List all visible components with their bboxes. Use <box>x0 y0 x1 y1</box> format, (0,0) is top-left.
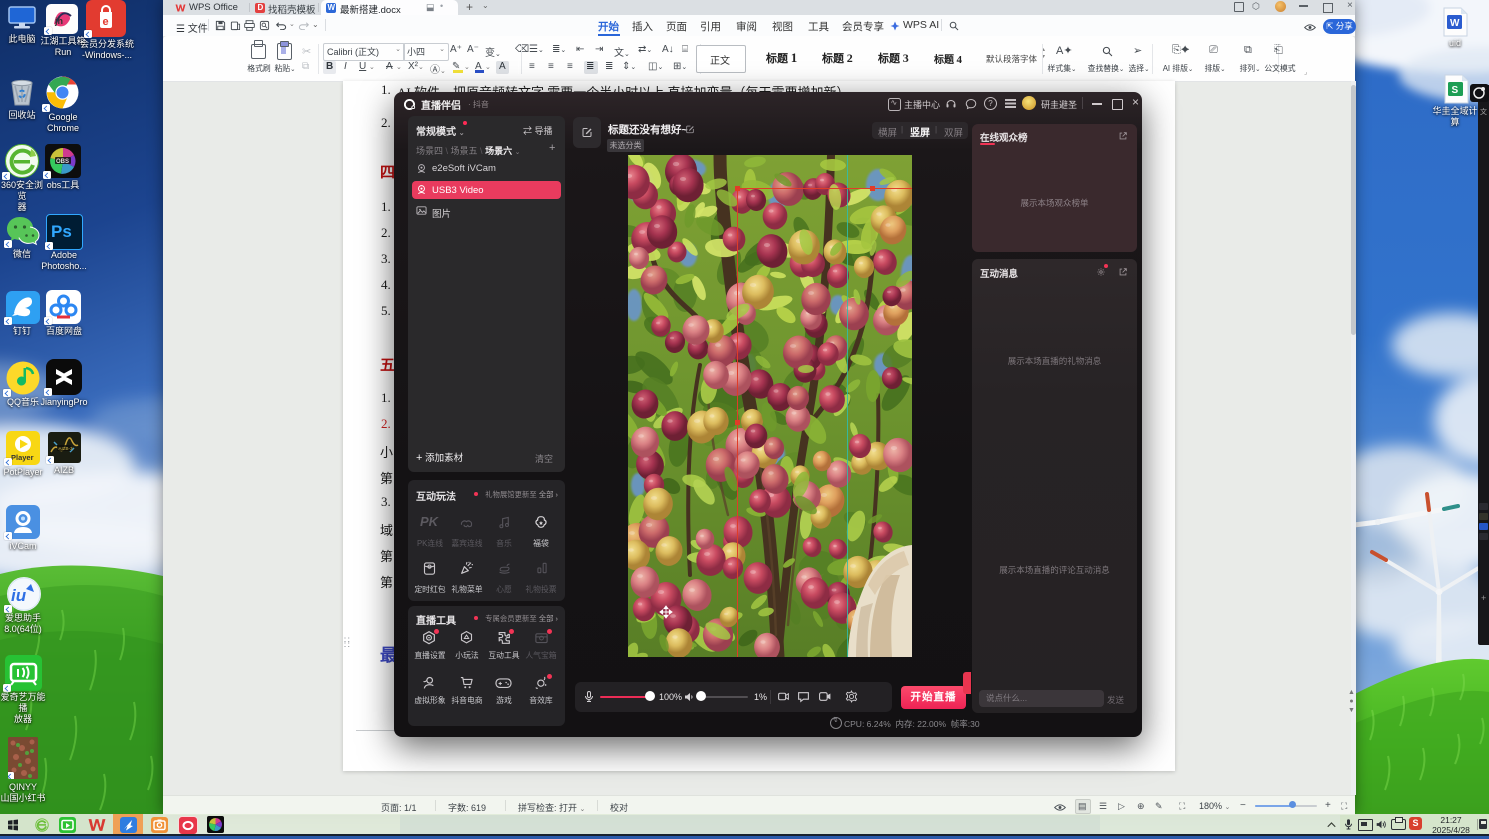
svg-text:jh: jh <box>54 16 63 26</box>
svg-text:W: W <box>1450 18 1460 29</box>
svg-text:AIZB-3: AIZB-3 <box>59 446 74 451</box>
svg-text:iu: iu <box>11 586 27 605</box>
svg-text:e: e <box>103 16 109 28</box>
svg-text:S: S <box>1452 85 1459 96</box>
svg-text:OBS: OBS <box>56 159 69 165</box>
svg-text:Player: Player <box>11 453 34 462</box>
